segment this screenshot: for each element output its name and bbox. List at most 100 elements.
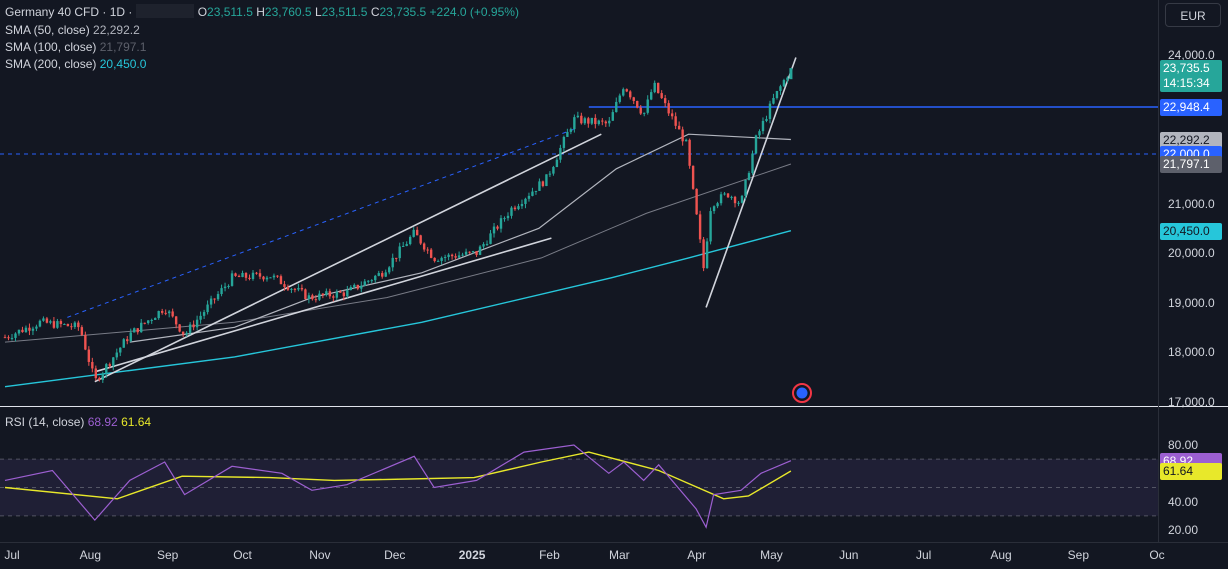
candle-body [496, 226, 499, 229]
candle-body [510, 207, 513, 216]
time-axis-tick: Oc [1149, 548, 1165, 562]
candle-body [265, 277, 269, 280]
candle-body [636, 100, 639, 108]
time-axis-tick: 2025 [458, 548, 486, 562]
high-value: 23,760.5 [264, 5, 312, 19]
rsi-value: 68.92 [87, 415, 118, 429]
sma100-label: SMA (100, close) [5, 40, 97, 54]
candle-body [492, 226, 496, 234]
candle-body [17, 329, 21, 334]
candle-body [622, 89, 625, 96]
price-tag-value: 22,292.2 [1163, 132, 1210, 147]
candle-body [31, 328, 35, 331]
countdown-timer: 14:15:34 [1163, 76, 1210, 91]
candle-body [639, 107, 642, 114]
candle-body [775, 90, 779, 98]
change-value: +224.0 (+0.95%) [429, 5, 519, 19]
price-tag-value: 22,948.4 [1163, 100, 1210, 115]
sma100-legend[interactable]: SMA (100, close) 21,797.1 [5, 39, 146, 56]
candle-body [436, 260, 440, 262]
candle-body [279, 276, 283, 285]
candle-body [545, 174, 548, 187]
candle-body [255, 272, 258, 274]
candle-body [429, 249, 433, 258]
candle-body [590, 117, 594, 124]
candle-body [115, 352, 118, 358]
candle-body [136, 328, 139, 333]
candle-body [94, 368, 98, 379]
candle-body [709, 211, 712, 242]
candle-body [450, 254, 454, 257]
candle-body [314, 299, 318, 301]
candle-body [167, 311, 171, 314]
candle-body [98, 378, 101, 380]
candle-body [489, 233, 492, 244]
candle-body [10, 337, 14, 339]
candle-body [73, 322, 77, 327]
candle-body [719, 194, 723, 204]
time-axis-tick: Dec [384, 548, 406, 562]
chart-canvas[interactable] [0, 0, 1228, 569]
candle-body [601, 120, 604, 122]
candle-body [695, 188, 698, 215]
sma200-legend[interactable]: SMA (200, close) 20,450.0 [5, 56, 146, 73]
candle-body [227, 285, 230, 287]
price-axis-tick: 17,000.0 [1168, 394, 1215, 409]
candle-body [237, 275, 241, 278]
rsi-axis-tick: 20.00 [1168, 523, 1199, 537]
candle-body [377, 273, 380, 276]
candle-body [733, 196, 737, 204]
candle-body [80, 327, 84, 335]
candle-body [433, 257, 436, 262]
price-axis-tick: 20,000.0 [1168, 246, 1215, 260]
candle-body [611, 112, 614, 121]
price-tag-value: 23,735.5 [1163, 61, 1210, 76]
candle-body [663, 98, 667, 104]
candle-body [388, 267, 391, 273]
candle-body [122, 339, 125, 348]
candle-body [318, 293, 321, 300]
candle-body [7, 337, 10, 339]
sma200-value: 20,450.0 [99, 57, 147, 71]
candle-body [206, 304, 209, 313]
candle-body [541, 181, 545, 187]
currency-button[interactable]: EUR [1165, 3, 1221, 27]
candle-body [140, 322, 143, 333]
symbol-label: Germany 40 CFD · 1D · [5, 5, 133, 19]
candle-body [185, 332, 188, 335]
candle-body [559, 147, 562, 160]
candle-body [290, 288, 293, 290]
sma50-legend[interactable]: SMA (50, close) 22,292.2 [5, 22, 140, 39]
candle-body [213, 298, 216, 300]
candle-body [744, 179, 747, 196]
candle-body [412, 229, 415, 237]
candle-body [356, 284, 359, 289]
candle-body [604, 121, 607, 124]
candle-body [471, 251, 475, 253]
low-value: 23,511.5 [321, 5, 368, 19]
candle-body [503, 218, 506, 220]
redacted-block [136, 4, 195, 18]
candle-body [534, 190, 538, 192]
rsi-legend[interactable]: RSI (14, close) 68.92 61.64 [5, 414, 151, 431]
candle-body [49, 321, 52, 323]
candle-body [230, 273, 234, 286]
candle-body [691, 165, 695, 189]
sma50-label: SMA (50, close) [5, 23, 90, 37]
time-axis-tick: Aug [79, 548, 102, 562]
candle-body [415, 229, 419, 236]
candle-body [223, 286, 227, 289]
candle-body [35, 326, 38, 329]
candle-body [374, 275, 377, 281]
candle-body [482, 244, 485, 247]
time-axis-tick: Feb [539, 548, 560, 562]
candle-body [63, 323, 66, 325]
candle-body [705, 241, 709, 269]
candle-body [300, 287, 304, 290]
candle-body [157, 311, 160, 319]
candle-body [216, 294, 220, 300]
candle-body [538, 181, 541, 191]
candle-body [307, 295, 311, 300]
candle-body [3, 337, 7, 339]
candle-body [569, 129, 573, 132]
